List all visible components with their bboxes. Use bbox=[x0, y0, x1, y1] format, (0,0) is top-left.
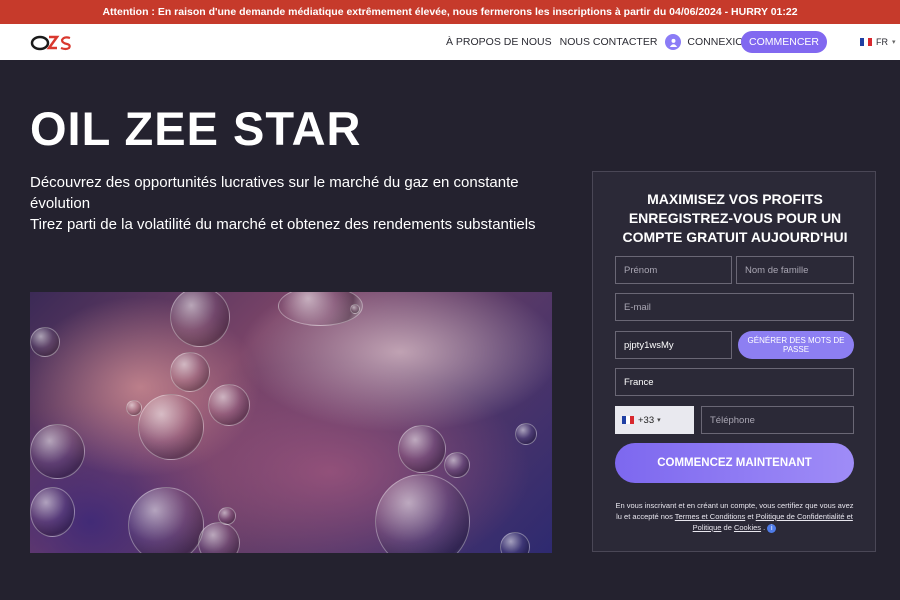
email-input[interactable] bbox=[615, 293, 854, 321]
submit-button[interactable]: COMMENCEZ MAINTENANT bbox=[615, 443, 854, 483]
hero-description: Découvrez des opportunités lucratives su… bbox=[30, 172, 560, 235]
dial-code-selector[interactable]: +33 ▾ bbox=[615, 406, 694, 434]
country-input[interactable] bbox=[615, 368, 854, 396]
nav-links: À PROPOS DE NOUS NOUS CONTACTER CONNEXIO… bbox=[446, 24, 751, 60]
france-flag-icon bbox=[860, 38, 872, 46]
nav-start-button[interactable]: COMMENCER bbox=[741, 31, 827, 53]
logo[interactable] bbox=[30, 32, 74, 52]
chevron-down-icon: ▾ bbox=[657, 417, 661, 424]
alert-text: Attention : En raison d'une demande médi… bbox=[102, 6, 798, 18]
france-flag-icon bbox=[622, 416, 634, 424]
terms-link[interactable]: Termes et Conditions bbox=[675, 512, 745, 521]
hero-image bbox=[30, 292, 552, 553]
registration-form: MAXIMISEZ VOS PROFITS ENREGISTREZ-VOUS P… bbox=[592, 171, 876, 552]
nav-contact-link[interactable]: NOUS CONTACTER bbox=[560, 36, 658, 48]
phone-input[interactable] bbox=[701, 406, 854, 434]
hero-title: OIL ZEE STAR bbox=[30, 102, 362, 155]
language-selector[interactable]: FR ▾ bbox=[860, 24, 896, 60]
hero-line-2: Tirez parti de la volatilité du marché e… bbox=[30, 216, 536, 233]
nav-about-link[interactable]: À PROPOS DE NOUS bbox=[446, 36, 552, 48]
generate-password-button[interactable]: GÉNÉRER DES MOTS DE PASSE bbox=[738, 331, 854, 359]
cookies-link[interactable]: Cookies bbox=[734, 523, 761, 532]
alert-banner: Attention : En raison d'une demande médi… bbox=[0, 0, 900, 24]
last-name-input[interactable] bbox=[736, 256, 854, 284]
info-icon[interactable]: i bbox=[767, 523, 777, 533]
navbar: À PROPOS DE NOUS NOUS CONTACTER CONNEXIO… bbox=[0, 24, 900, 60]
form-title: MAXIMISEZ VOS PROFITS ENREGISTREZ-VOUS P… bbox=[622, 191, 848, 245]
first-name-input[interactable] bbox=[615, 256, 732, 284]
password-input[interactable] bbox=[615, 331, 732, 359]
chevron-down-icon: ▾ bbox=[892, 39, 896, 46]
form-disclaimer: En vous inscrivant et en créant un compt… bbox=[615, 501, 854, 533]
user-icon bbox=[665, 34, 682, 50]
language-label: FR bbox=[876, 37, 888, 47]
dial-code-label: +33 bbox=[638, 414, 655, 426]
hero-line-1: Découvrez des opportunités lucratives su… bbox=[30, 174, 519, 212]
